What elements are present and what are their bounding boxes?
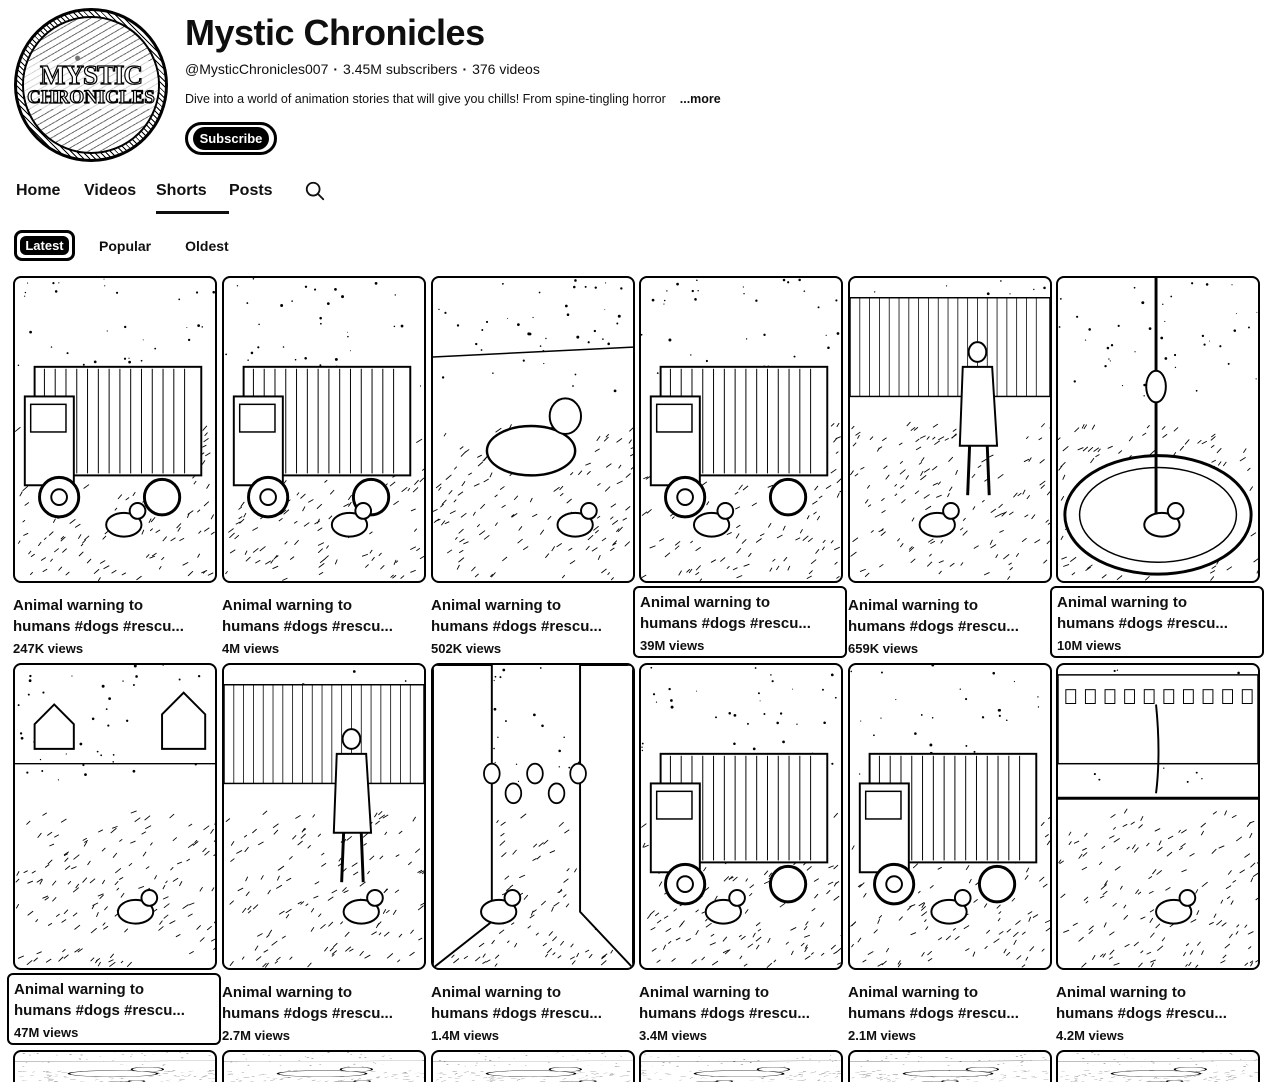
short-meta: Animal warning to humans #dogs #rescu... 1…: [431, 982, 635, 1043]
more-link[interactable]: ...more: [680, 92, 721, 106]
short-views: 1.4M views: [431, 1028, 499, 1043]
short-views: 10M views: [1057, 638, 1122, 653]
short-title[interactable]: Animal warning to humans #dogs #rescu...: [848, 982, 1048, 1024]
short-thumbnail[interactable]: [13, 663, 217, 970]
short-meta: Animal warning to humans #dogs #rescu... 3…: [633, 586, 847, 658]
short-card[interactable]: Animal warning to humans #dogs #rescu... 4…: [1056, 663, 1260, 1043]
short-card[interactable]: Animal warning to humans #dogs #rescu... 2…: [13, 276, 217, 656]
short-thumbnail[interactable]: [222, 1050, 426, 1082]
avatar-image: MYSTIC CHRONICLES: [22, 16, 160, 154]
short-views: 4.2M views: [1056, 1028, 1124, 1043]
short-thumbnail[interactable]: [848, 663, 1052, 970]
short-card[interactable]: Animal warning to humans #dogs #rescu... 1…: [431, 663, 635, 1043]
short-card-partial[interactable]: [639, 1050, 843, 1082]
subscribe-label: Subscribe: [192, 127, 270, 150]
short-meta: Animal warning to humans #dogs #rescu... 6…: [848, 595, 1052, 656]
short-card-partial[interactable]: [13, 1050, 217, 1082]
short-meta: Animal warning to humans #dogs #rescu... 3…: [639, 982, 843, 1043]
short-thumbnail[interactable]: [431, 663, 635, 970]
short-title[interactable]: Animal warning to humans #dogs #rescu...: [13, 595, 213, 637]
tab-shorts[interactable]: Shorts: [156, 180, 229, 214]
subscriber-count: 3.45M subscribers: [343, 61, 458, 77]
short-meta: Animal warning to humans #dogs #rescu... 2…: [222, 982, 426, 1043]
short-card[interactable]: Animal warning to humans #dogs #rescu... 2…: [848, 663, 1052, 1043]
short-thumbnail[interactable]: [1056, 1050, 1260, 1082]
sort-chips: Latest Popular Oldest: [14, 230, 241, 261]
channel-tabs: Home Videos Shorts Posts: [16, 180, 277, 214]
short-thumbnail[interactable]: [639, 663, 843, 970]
chip-latest[interactable]: Latest: [14, 230, 75, 261]
short-views: 502K views: [431, 641, 502, 656]
short-card[interactable]: Animal warning to humans #dogs #rescu... 4…: [7, 663, 221, 1045]
short-title[interactable]: Animal warning to humans #dogs #rescu...: [1057, 592, 1257, 634]
search-icon[interactable]: [304, 180, 326, 202]
short-thumbnail[interactable]: [222, 276, 426, 583]
short-thumbnail[interactable]: [639, 1050, 843, 1082]
short-card[interactable]: Animal warning to humans #dogs #rescu... 3…: [639, 663, 843, 1043]
chip-oldest[interactable]: Oldest: [173, 230, 241, 261]
short-thumbnail[interactable]: [1056, 276, 1260, 583]
short-thumbnail[interactable]: [431, 276, 635, 583]
short-card-partial[interactable]: [1056, 1050, 1260, 1082]
channel-name: Mystic Chronicles: [185, 12, 485, 53]
short-title[interactable]: Animal warning to humans #dogs #rescu...: [431, 595, 631, 637]
short-card-partial[interactable]: [222, 1050, 426, 1082]
short-card[interactable]: Animal warning to humans #dogs #rescu... 2…: [222, 663, 426, 1043]
short-title[interactable]: Animal warning to humans #dogs #rescu...: [222, 595, 422, 637]
short-thumbnail[interactable]: [13, 1050, 217, 1082]
short-views: 659K views: [848, 641, 919, 656]
short-thumbnail[interactable]: [848, 276, 1052, 583]
channel-avatar[interactable]: MYSTIC CHRONICLES: [14, 8, 168, 162]
short-thumbnail[interactable]: [431, 1050, 635, 1082]
short-meta: Animal warning to humans #dogs #rescu... 5…: [431, 595, 635, 656]
avatar-logo-text: MYSTIC CHRONICLES: [24, 61, 158, 109]
channel-handle: @MysticChronicles007: [185, 61, 329, 77]
short-title[interactable]: Animal warning to humans #dogs #rescu...: [848, 595, 1048, 637]
short-meta: Animal warning to humans #dogs #rescu... 2…: [13, 595, 217, 656]
short-meta: Animal warning to humans #dogs #rescu... 1…: [1050, 586, 1264, 658]
short-card[interactable]: Animal warning to humans #dogs #rescu... 3…: [633, 276, 847, 658]
short-title[interactable]: Animal warning to humans #dogs #rescu...: [14, 979, 214, 1021]
short-views: 2.1M views: [848, 1028, 916, 1043]
short-views: 3.4M views: [639, 1028, 707, 1043]
tab-videos[interactable]: Videos: [84, 180, 156, 214]
tab-posts[interactable]: Posts: [229, 180, 277, 214]
short-thumbnail[interactable]: [848, 1050, 1052, 1082]
video-count: 376 videos: [472, 61, 540, 77]
short-card-partial[interactable]: [848, 1050, 1052, 1082]
short-card[interactable]: Animal warning to humans #dogs #rescu... 6…: [848, 276, 1052, 656]
short-meta: Animal warning to humans #dogs #rescu... 2…: [848, 982, 1052, 1043]
short-thumbnail[interactable]: [13, 276, 217, 583]
short-title[interactable]: Animal warning to humans #dogs #rescu...: [639, 982, 839, 1024]
tab-home[interactable]: Home: [16, 180, 84, 214]
short-title[interactable]: Animal warning to humans #dogs #rescu...: [640, 592, 840, 634]
short-views: 47M views: [14, 1025, 79, 1040]
short-meta: Animal warning to humans #dogs #rescu... 4…: [1056, 982, 1260, 1043]
short-title[interactable]: Animal warning to humans #dogs #rescu...: [222, 982, 422, 1024]
short-thumbnail[interactable]: [1056, 663, 1260, 970]
short-views: 39M views: [640, 638, 705, 653]
short-card[interactable]: Animal warning to humans #dogs #rescu... 4…: [222, 276, 426, 656]
short-thumbnail[interactable]: [222, 663, 426, 970]
short-meta: Animal warning to humans #dogs #rescu... 4…: [7, 973, 221, 1045]
short-card[interactable]: Animal warning to humans #dogs #rescu... 1…: [1050, 276, 1264, 658]
short-card-partial[interactable]: [431, 1050, 635, 1082]
short-title[interactable]: Animal warning to humans #dogs #rescu...: [1056, 982, 1256, 1024]
short-views: 4M views: [222, 641, 280, 656]
channel-meta: @MysticChronicles007 · 3.45M subscribers…: [185, 61, 540, 77]
short-card[interactable]: Animal warning to humans #dogs #rescu... 5…: [431, 276, 635, 656]
chip-popular[interactable]: Popular: [87, 230, 164, 261]
short-views: 247K views: [13, 641, 84, 656]
subscribe-button[interactable]: Subscribe: [185, 122, 277, 155]
short-views: 2.7M views: [222, 1028, 290, 1043]
description-text: Dive into a world of animation stories t…: [185, 92, 666, 106]
short-title[interactable]: Animal warning to humans #dogs #rescu...: [431, 982, 631, 1024]
short-thumbnail[interactable]: [639, 276, 843, 583]
channel-description[interactable]: Dive into a world of animation stories t…: [185, 92, 721, 106]
short-meta: Animal warning to humans #dogs #rescu... 4…: [222, 595, 426, 656]
